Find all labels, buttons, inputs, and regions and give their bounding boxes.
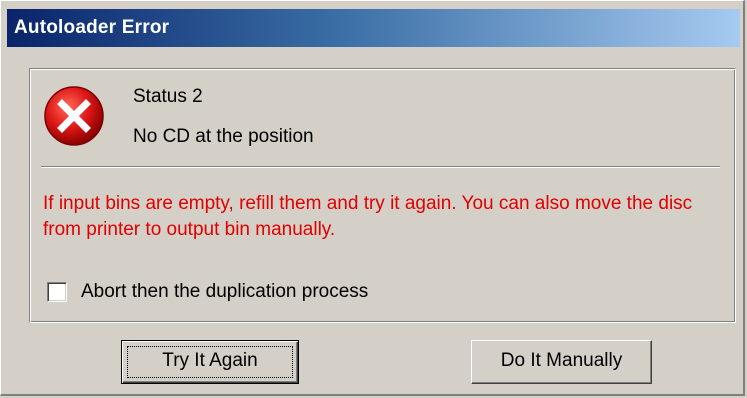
status-code: Status 2 — [133, 86, 203, 107]
hint-text: If input bins are empty, refill them and… — [43, 193, 693, 240]
abort-checkbox[interactable] — [47, 282, 67, 302]
title-bar[interactable]: Autoloader Error — [7, 9, 740, 47]
do-manually-button[interactable]: Do It Manually — [471, 340, 652, 384]
window-title: Autoloader Error — [14, 17, 170, 38]
error-x-icon — [44, 86, 104, 146]
do-manually-label: Do It Manually — [500, 350, 623, 371]
status-message: No CD at the position — [133, 126, 314, 147]
try-again-button[interactable]: Try It Again — [121, 340, 299, 384]
error-dialog: Autoloader Error Status 2 No CD at the p… — [0, 0, 745, 396]
try-again-label: Try It Again — [162, 350, 258, 371]
divider — [41, 166, 720, 168]
abort-checkbox-label[interactable]: Abort then the duplication process — [81, 281, 368, 303]
